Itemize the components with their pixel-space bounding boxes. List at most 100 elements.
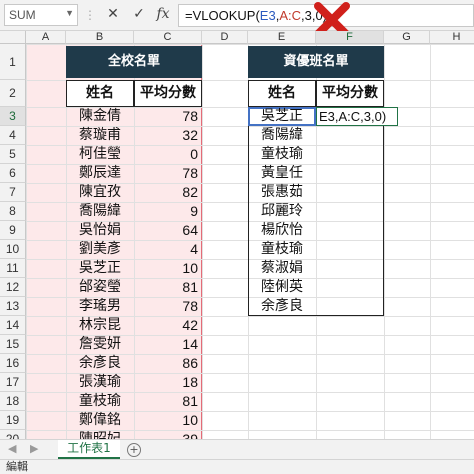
list-item-name[interactable]: 楊欣怡 — [248, 221, 316, 240]
table-row-name[interactable]: 余彥良 — [66, 354, 134, 373]
list-item-name[interactable]: 黃皇任 — [248, 164, 316, 183]
row-header-10[interactable]: 10 — [0, 240, 26, 259]
table-row-score[interactable]: 78 — [134, 107, 202, 126]
table-row-score[interactable]: 81 — [134, 278, 202, 297]
table-row-score[interactable]: 4 — [134, 240, 202, 259]
formula-ref-ac: A:C — [279, 8, 301, 23]
row-header-19[interactable]: 19 — [0, 411, 26, 430]
list-item-name[interactable]: 蔡淑娟 — [248, 259, 316, 278]
column-header-c[interactable]: C — [134, 31, 202, 44]
table-row-score[interactable]: 64 — [134, 221, 202, 240]
table-row-score[interactable]: 81 — [134, 392, 202, 411]
row-header-15[interactable]: 15 — [0, 335, 26, 354]
table-row-score[interactable]: 82 — [134, 183, 202, 202]
table-row-name[interactable]: 陳宜孜 — [66, 183, 134, 202]
right-table-title: 資優班名單 — [248, 46, 384, 78]
table-row-score[interactable]: 78 — [134, 164, 202, 183]
formula-prefix: =VLOOKUP( — [185, 8, 260, 23]
table-row-name[interactable]: 詹雯妍 — [66, 335, 134, 354]
row-header-14[interactable]: 14 — [0, 316, 26, 335]
row-header-13[interactable]: 13 — [0, 297, 26, 316]
table-row-name[interactable]: 鄭偉銘 — [66, 411, 134, 430]
table-row-name[interactable]: 蔡璇甫 — [66, 126, 134, 145]
gridline-v — [26, 44, 27, 439]
prev-sheet-icon[interactable]: ◀ — [8, 442, 16, 455]
table-row-name[interactable]: 吳怡娟 — [66, 221, 134, 240]
column-header-e[interactable]: E — [248, 31, 316, 44]
table-row-score[interactable]: 42 — [134, 316, 202, 335]
insert-function-icon[interactable]: fx — [154, 6, 172, 24]
column-header-h[interactable]: H — [430, 31, 474, 44]
row-header-1[interactable]: 1 — [0, 44, 26, 80]
list-item-name[interactable]: 喬陽緯 — [248, 126, 316, 145]
select-all-corner[interactable] — [0, 31, 26, 44]
table-row-score[interactable]: 14 — [134, 335, 202, 354]
row-header-9[interactable]: 9 — [0, 221, 26, 240]
sheet-tab-bar: ◀ ▶ 工作表1 + — [0, 439, 474, 459]
enter-check-icon[interactable]: ✓ — [130, 6, 148, 24]
row-header-2[interactable]: 2 — [0, 80, 26, 107]
column-header-f[interactable]: F — [316, 31, 384, 44]
row-header-6[interactable]: 6 — [0, 164, 26, 183]
table-row-name[interactable]: 劉美彥 — [66, 240, 134, 259]
table-row-score[interactable]: 78 — [134, 297, 202, 316]
table-row-score[interactable]: 32 — [134, 126, 202, 145]
column-header-b[interactable]: B — [66, 31, 134, 44]
row-header-3[interactable]: 3 — [0, 107, 26, 126]
active-cell-e3[interactable]: 吳芝正 — [248, 107, 316, 126]
list-item-name[interactable]: 童枝瑜 — [248, 240, 316, 259]
column-header-g[interactable]: G — [384, 31, 430, 44]
spreadsheet-grid[interactable]: ABCDEFGH 1 2 3 4 5 6 7 8 9 10 11 12 13 14 15 16 17 18 19 20… — [0, 31, 474, 439]
table-row-score[interactable]: 86 — [134, 354, 202, 373]
formula-ref-e3: E3 — [259, 8, 276, 23]
formula-bar: SUM ▼ ⋮ ✕ ✓ fx =VLOOKUP(E3,A:C,3,0) — [0, 0, 474, 38]
table-row-score[interactable]: 0 — [134, 145, 202, 164]
list-item-name[interactable]: 邱麗玲 — [248, 202, 316, 221]
right-header-score: 平均分數 — [316, 80, 384, 107]
name-box[interactable]: SUM ▼ — [4, 4, 78, 26]
row-header-18[interactable]: 18 — [0, 392, 26, 411]
column-header-a[interactable]: A — [26, 31, 66, 44]
row-header-17[interactable]: 17 — [0, 373, 26, 392]
table-row-name[interactable]: 陳金倩 — [66, 107, 134, 126]
sheet-tab[interactable]: 工作表1 — [58, 440, 120, 459]
table-row-name[interactable]: 吳芝正 — [66, 259, 134, 278]
table-row-name[interactable]: 李瑤男 — [66, 297, 134, 316]
name-box-value: SUM — [9, 8, 36, 22]
column-a-highlight — [26, 44, 66, 439]
list-item-name[interactable]: 陸俐英 — [248, 278, 316, 297]
table-row-name[interactable]: 邰姿瑩 — [66, 278, 134, 297]
add-sheet-icon[interactable]: + — [127, 443, 141, 457]
table-row-score[interactable]: 39 — [134, 430, 202, 439]
row-header-16[interactable]: 16 — [0, 354, 26, 373]
table-row-name[interactable]: 柯佳瑩 — [66, 145, 134, 164]
table-row-name[interactable]: 陳昭妃 — [66, 430, 134, 439]
table-row-score[interactable]: 10 — [134, 259, 202, 278]
editing-cell-f3[interactable]: E3,A:C,3,0) — [316, 107, 398, 126]
row-header-5[interactable]: 5 — [0, 145, 26, 164]
list-item-name[interactable]: 張惠茹 — [248, 183, 316, 202]
gridline-v — [384, 44, 385, 439]
table-row-name[interactable]: 張漢瑜 — [66, 373, 134, 392]
list-item-name[interactable]: 余彥良 — [248, 297, 316, 316]
table-row-score[interactable]: 9 — [134, 202, 202, 221]
table-row-score[interactable]: 18 — [134, 373, 202, 392]
row-header-7[interactable]: 7 — [0, 183, 26, 202]
table-row-name[interactable]: 林宗昆 — [66, 316, 134, 335]
table-row-name[interactable]: 童枝瑜 — [66, 392, 134, 411]
next-sheet-icon[interactable]: ▶ — [30, 442, 38, 455]
row-header-4[interactable]: 4 — [0, 126, 26, 145]
table-row-name[interactable]: 喬陽緯 — [66, 202, 134, 221]
row-header-12[interactable]: 12 — [0, 278, 26, 297]
row-header-8[interactable]: 8 — [0, 202, 26, 221]
drag-handle-icon[interactable]: ⋮ — [84, 8, 96, 22]
table-row-score[interactable]: 10 — [134, 411, 202, 430]
column-header-d[interactable]: D — [202, 31, 248, 44]
gridline-v — [202, 44, 203, 439]
list-item-name[interactable]: 童枝瑜 — [248, 145, 316, 164]
table-row-name[interactable]: 鄭辰達 — [66, 164, 134, 183]
chevron-down-icon[interactable]: ▼ — [65, 8, 74, 18]
cancel-icon[interactable]: ✕ — [104, 6, 122, 24]
row-header-11[interactable]: 11 — [0, 259, 26, 278]
row-header-20[interactable]: 20 — [0, 430, 26, 439]
